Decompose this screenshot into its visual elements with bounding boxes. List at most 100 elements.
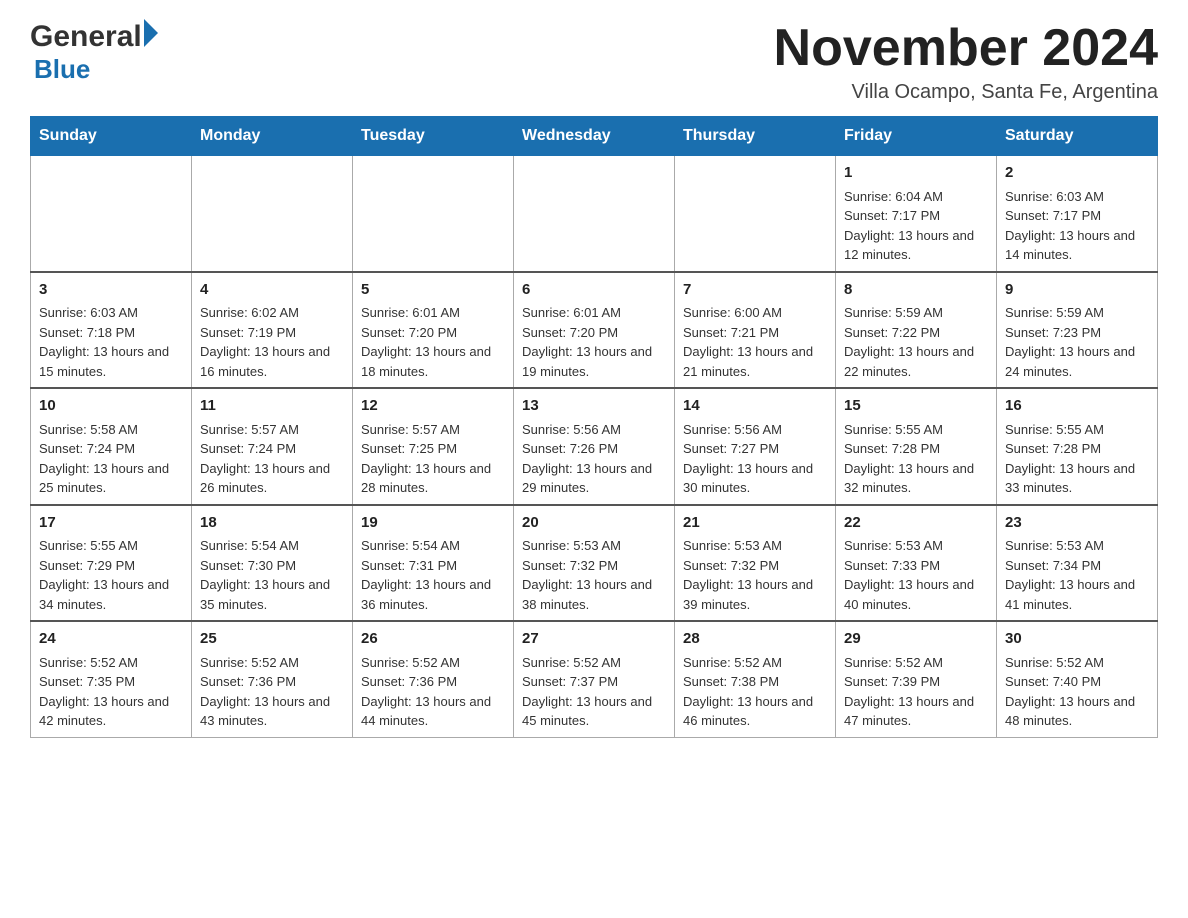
calendar-week-row: 17Sunrise: 5:55 AM Sunset: 7:29 PM Dayli…	[31, 505, 1158, 622]
calendar-cell: 9Sunrise: 5:59 AM Sunset: 7:23 PM Daylig…	[997, 272, 1158, 389]
day-number: 19	[361, 512, 505, 535]
sun-info: Sunrise: 5:56 AM Sunset: 7:27 PM Dayligh…	[683, 420, 827, 498]
sun-info: Sunrise: 5:59 AM Sunset: 7:22 PM Dayligh…	[844, 303, 988, 381]
calendar-cell: 2Sunrise: 6:03 AM Sunset: 7:17 PM Daylig…	[997, 156, 1158, 272]
day-number: 2	[1005, 162, 1149, 185]
logo: General Blue	[30, 20, 158, 85]
day-number: 20	[522, 512, 666, 535]
day-number: 1	[844, 162, 988, 185]
calendar-week-row: 24Sunrise: 5:52 AM Sunset: 7:35 PM Dayli…	[31, 621, 1158, 737]
calendar-cell: 28Sunrise: 5:52 AM Sunset: 7:38 PM Dayli…	[675, 621, 836, 737]
weekday-header-row: SundayMondayTuesdayWednesdayThursdayFrid…	[31, 117, 1158, 156]
calendar-cell: 20Sunrise: 5:53 AM Sunset: 7:32 PM Dayli…	[514, 505, 675, 622]
calendar-cell: 12Sunrise: 5:57 AM Sunset: 7:25 PM Dayli…	[353, 388, 514, 505]
day-number: 29	[844, 628, 988, 651]
sun-info: Sunrise: 5:59 AM Sunset: 7:23 PM Dayligh…	[1005, 303, 1149, 381]
calendar-cell: 24Sunrise: 5:52 AM Sunset: 7:35 PM Dayli…	[31, 621, 192, 737]
day-number: 28	[683, 628, 827, 651]
day-number: 14	[683, 395, 827, 418]
day-number: 22	[844, 512, 988, 535]
day-number: 23	[1005, 512, 1149, 535]
calendar-cell: 14Sunrise: 5:56 AM Sunset: 7:27 PM Dayli…	[675, 388, 836, 505]
page-header: General Blue November 2024 Villa Ocampo,…	[30, 20, 1158, 104]
sun-info: Sunrise: 5:52 AM Sunset: 7:36 PM Dayligh…	[361, 653, 505, 731]
calendar-cell: 5Sunrise: 6:01 AM Sunset: 7:20 PM Daylig…	[353, 272, 514, 389]
location-subtitle: Villa Ocampo, Santa Fe, Argentina	[774, 81, 1158, 104]
sun-info: Sunrise: 5:57 AM Sunset: 7:24 PM Dayligh…	[200, 420, 344, 498]
sun-info: Sunrise: 6:04 AM Sunset: 7:17 PM Dayligh…	[844, 187, 988, 265]
calendar-cell: 27Sunrise: 5:52 AM Sunset: 7:37 PM Dayli…	[514, 621, 675, 737]
sun-info: Sunrise: 5:52 AM Sunset: 7:37 PM Dayligh…	[522, 653, 666, 731]
sun-info: Sunrise: 6:03 AM Sunset: 7:18 PM Dayligh…	[39, 303, 183, 381]
sun-info: Sunrise: 5:57 AM Sunset: 7:25 PM Dayligh…	[361, 420, 505, 498]
sun-info: Sunrise: 5:54 AM Sunset: 7:31 PM Dayligh…	[361, 536, 505, 614]
day-number: 26	[361, 628, 505, 651]
calendar-cell: 25Sunrise: 5:52 AM Sunset: 7:36 PM Dayli…	[192, 621, 353, 737]
logo-general: General	[30, 20, 142, 54]
weekday-header-friday: Friday	[836, 117, 997, 156]
day-number: 7	[683, 279, 827, 302]
calendar-cell: 30Sunrise: 5:52 AM Sunset: 7:40 PM Dayli…	[997, 621, 1158, 737]
calendar-cell: 3Sunrise: 6:03 AM Sunset: 7:18 PM Daylig…	[31, 272, 192, 389]
calendar-cell: 7Sunrise: 6:00 AM Sunset: 7:21 PM Daylig…	[675, 272, 836, 389]
weekday-header-saturday: Saturday	[997, 117, 1158, 156]
day-number: 15	[844, 395, 988, 418]
weekday-header-tuesday: Tuesday	[353, 117, 514, 156]
day-number: 30	[1005, 628, 1149, 651]
weekday-header-wednesday: Wednesday	[514, 117, 675, 156]
sun-info: Sunrise: 5:55 AM Sunset: 7:29 PM Dayligh…	[39, 536, 183, 614]
sun-info: Sunrise: 5:52 AM Sunset: 7:39 PM Dayligh…	[844, 653, 988, 731]
calendar-cell: 22Sunrise: 5:53 AM Sunset: 7:33 PM Dayli…	[836, 505, 997, 622]
day-number: 10	[39, 395, 183, 418]
calendar-cell: 17Sunrise: 5:55 AM Sunset: 7:29 PM Dayli…	[31, 505, 192, 622]
weekday-header-sunday: Sunday	[31, 117, 192, 156]
sun-info: Sunrise: 5:52 AM Sunset: 7:38 PM Dayligh…	[683, 653, 827, 731]
calendar-cell	[192, 156, 353, 272]
weekday-header-monday: Monday	[192, 117, 353, 156]
day-number: 25	[200, 628, 344, 651]
calendar-cell	[514, 156, 675, 272]
sun-info: Sunrise: 5:54 AM Sunset: 7:30 PM Dayligh…	[200, 536, 344, 614]
calendar-table: SundayMondayTuesdayWednesdayThursdayFrid…	[30, 116, 1158, 738]
calendar-cell	[353, 156, 514, 272]
day-number: 4	[200, 279, 344, 302]
day-number: 5	[361, 279, 505, 302]
calendar-cell: 11Sunrise: 5:57 AM Sunset: 7:24 PM Dayli…	[192, 388, 353, 505]
calendar-cell: 21Sunrise: 5:53 AM Sunset: 7:32 PM Dayli…	[675, 505, 836, 622]
sun-info: Sunrise: 5:53 AM Sunset: 7:32 PM Dayligh…	[683, 536, 827, 614]
day-number: 21	[683, 512, 827, 535]
calendar-cell: 23Sunrise: 5:53 AM Sunset: 7:34 PM Dayli…	[997, 505, 1158, 622]
sun-info: Sunrise: 5:56 AM Sunset: 7:26 PM Dayligh…	[522, 420, 666, 498]
sun-info: Sunrise: 5:53 AM Sunset: 7:32 PM Dayligh…	[522, 536, 666, 614]
calendar-cell: 10Sunrise: 5:58 AM Sunset: 7:24 PM Dayli…	[31, 388, 192, 505]
sun-info: Sunrise: 5:53 AM Sunset: 7:33 PM Dayligh…	[844, 536, 988, 614]
sun-info: Sunrise: 5:53 AM Sunset: 7:34 PM Dayligh…	[1005, 536, 1149, 614]
month-title: November 2024	[774, 20, 1158, 77]
calendar-cell: 18Sunrise: 5:54 AM Sunset: 7:30 PM Dayli…	[192, 505, 353, 622]
day-number: 8	[844, 279, 988, 302]
sun-info: Sunrise: 6:01 AM Sunset: 7:20 PM Dayligh…	[522, 303, 666, 381]
day-number: 27	[522, 628, 666, 651]
calendar-cell: 16Sunrise: 5:55 AM Sunset: 7:28 PM Dayli…	[997, 388, 1158, 505]
sun-info: Sunrise: 5:52 AM Sunset: 7:40 PM Dayligh…	[1005, 653, 1149, 731]
day-number: 11	[200, 395, 344, 418]
sun-info: Sunrise: 6:03 AM Sunset: 7:17 PM Dayligh…	[1005, 187, 1149, 265]
sun-info: Sunrise: 5:55 AM Sunset: 7:28 PM Dayligh…	[844, 420, 988, 498]
calendar-week-row: 1Sunrise: 6:04 AM Sunset: 7:17 PM Daylig…	[31, 156, 1158, 272]
sun-info: Sunrise: 5:52 AM Sunset: 7:36 PM Dayligh…	[200, 653, 344, 731]
calendar-cell: 1Sunrise: 6:04 AM Sunset: 7:17 PM Daylig…	[836, 156, 997, 272]
sun-info: Sunrise: 5:55 AM Sunset: 7:28 PM Dayligh…	[1005, 420, 1149, 498]
calendar-week-row: 10Sunrise: 5:58 AM Sunset: 7:24 PM Dayli…	[31, 388, 1158, 505]
calendar-week-row: 3Sunrise: 6:03 AM Sunset: 7:18 PM Daylig…	[31, 272, 1158, 389]
sun-info: Sunrise: 5:52 AM Sunset: 7:35 PM Dayligh…	[39, 653, 183, 731]
logo-blue: Blue	[34, 54, 90, 85]
day-number: 18	[200, 512, 344, 535]
day-number: 17	[39, 512, 183, 535]
day-number: 6	[522, 279, 666, 302]
calendar-cell: 26Sunrise: 5:52 AM Sunset: 7:36 PM Dayli…	[353, 621, 514, 737]
day-number: 3	[39, 279, 183, 302]
calendar-cell	[675, 156, 836, 272]
day-number: 16	[1005, 395, 1149, 418]
sun-info: Sunrise: 5:58 AM Sunset: 7:24 PM Dayligh…	[39, 420, 183, 498]
calendar-cell: 19Sunrise: 5:54 AM Sunset: 7:31 PM Dayli…	[353, 505, 514, 622]
